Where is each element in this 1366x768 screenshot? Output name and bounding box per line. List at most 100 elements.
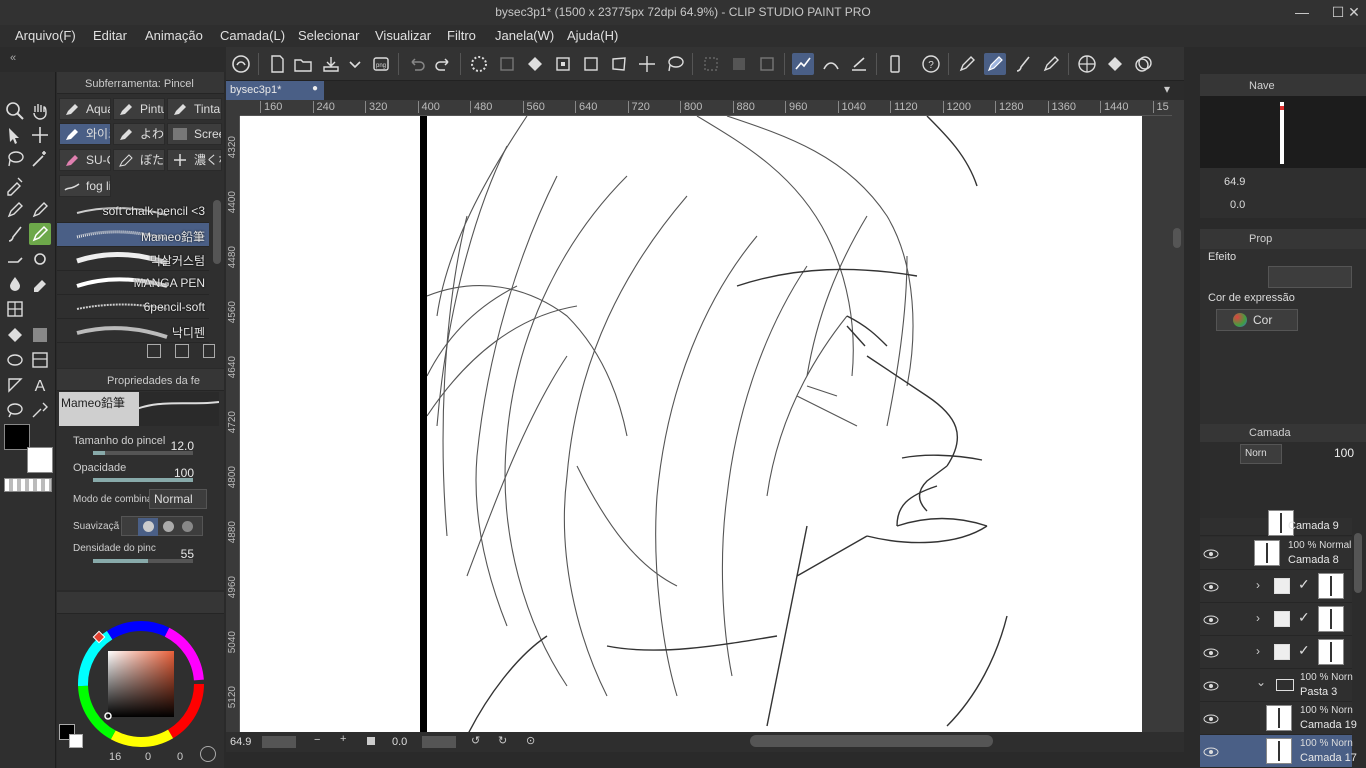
- brush-item[interactable]: MANGA PEN: [57, 271, 209, 295]
- stabilizer-icon[interactable]: [792, 53, 814, 75]
- eraser-icon[interactable]: [29, 273, 51, 295]
- hand-icon[interactable]: [29, 100, 51, 122]
- close-tab-icon[interactable]: ●: [312, 83, 318, 94]
- deselect-icon[interactable]: [700, 53, 722, 75]
- layer-row[interactable]: › ✓: [1200, 603, 1352, 636]
- subtool-group[interactable]: よわ: [113, 123, 165, 145]
- frame-icon[interactable]: [4, 298, 26, 320]
- play-icon[interactable]: [200, 746, 216, 762]
- layer-row[interactable]: 100 % Normal Camada 8: [1200, 537, 1352, 570]
- close-button[interactable]: ✕: [1344, 3, 1364, 21]
- brush-item[interactable]: 낙디펜: [57, 319, 209, 343]
- pencil-icon[interactable]: [1040, 53, 1062, 75]
- subtool-scrollbar[interactable]: [213, 200, 221, 264]
- reset-rotation-icon[interactable]: ⊙: [526, 734, 535, 747]
- navigator-preview[interactable]: [1200, 96, 1366, 168]
- undo-icon[interactable]: [406, 53, 428, 75]
- loading-icon[interactable]: [468, 53, 490, 75]
- subtool-group[interactable]: Scree: [167, 123, 222, 145]
- effect-options[interactable]: [1268, 266, 1352, 288]
- blend-tool-icon[interactable]: [4, 273, 26, 295]
- collapse-icon[interactable]: «: [10, 52, 22, 66]
- zoom-icon[interactable]: [4, 100, 26, 122]
- layer-opacity-value[interactable]: 100: [1334, 446, 1354, 460]
- layer-scrollbar[interactable]: [1354, 533, 1362, 593]
- invert-selection-icon[interactable]: [728, 53, 750, 75]
- lasso-icon[interactable]: [4, 148, 26, 170]
- menu-camada[interactable]: Camada(L): [220, 28, 285, 43]
- brush-icon[interactable]: [1012, 53, 1034, 75]
- opacity-slider[interactable]: [93, 478, 193, 482]
- layer-row[interactable]: 100 % Norn Camada 19: [1200, 702, 1357, 735]
- brush-item[interactable]: soft chalk pencil <3: [57, 199, 209, 223]
- ruler-icon[interactable]: [4, 374, 26, 396]
- chevron-down-icon[interactable]: [344, 53, 366, 75]
- subtool-group[interactable]: Aqua: [59, 98, 111, 120]
- import-icon[interactable]: [147, 344, 161, 358]
- menu-janela[interactable]: Janela(W): [495, 28, 554, 43]
- menu-ajuda[interactable]: Ajuda(H): [567, 28, 618, 43]
- blend-mode-row[interactable]: Modo de combinaç Normal: [57, 488, 224, 514]
- move-icon[interactable]: [636, 53, 658, 75]
- trash-icon[interactable]: [203, 344, 215, 358]
- fill-icon[interactable]: [524, 53, 546, 75]
- pen-active-icon[interactable]: [984, 53, 1006, 75]
- device-icon[interactable]: [884, 53, 906, 75]
- mini-sub-color[interactable]: [69, 734, 83, 748]
- subtool-group[interactable]: Pintu: [113, 98, 165, 120]
- duplicate-icon[interactable]: [175, 344, 189, 358]
- eye-icon[interactable]: [1203, 678, 1219, 694]
- chevron-right-icon[interactable]: ›: [1256, 644, 1260, 658]
- rotation-value[interactable]: 0.0: [392, 736, 407, 748]
- smoothing-options[interactable]: [121, 516, 203, 536]
- layer-blend-select[interactable]: Norn: [1240, 444, 1282, 464]
- zoom-value[interactable]: 64.9: [230, 736, 251, 748]
- transform-icon[interactable]: [580, 53, 602, 75]
- check-icon[interactable]: ✓: [1298, 576, 1310, 593]
- contour-icon[interactable]: [4, 349, 26, 371]
- subtool-group[interactable]: fog lin: [59, 175, 111, 197]
- brush-item[interactable]: 6pencil-soft: [57, 295, 209, 319]
- eye-icon[interactable]: [1203, 546, 1219, 562]
- snap-curve-icon[interactable]: [820, 53, 842, 75]
- eye-icon[interactable]: [1203, 711, 1219, 727]
- subtool-group[interactable]: 濃くな: [167, 149, 222, 171]
- new-file-icon[interactable]: [266, 53, 288, 75]
- object-icon[interactable]: [4, 124, 26, 146]
- zoom-slider[interactable]: [262, 736, 296, 748]
- crop-icon[interactable]: [552, 53, 574, 75]
- chevron-right-icon[interactable]: ›: [1256, 611, 1260, 625]
- fill-tool-icon[interactable]: [4, 324, 26, 346]
- blend-icon[interactable]: [1132, 53, 1154, 75]
- layer-row[interactable]: ⌄ 100 % Norn Pasta 3: [1200, 669, 1353, 702]
- pen-icon[interactable]: [956, 53, 978, 75]
- minimize-button[interactable]: —: [1292, 3, 1312, 21]
- density-row[interactable]: Densidade do pinc 55: [57, 541, 224, 567]
- brush-item[interactable]: Mameo鉛筆: [57, 223, 209, 247]
- subtool-group[interactable]: Tinta: [167, 98, 222, 120]
- check-icon[interactable]: ✓: [1298, 642, 1310, 659]
- eyedropper-icon[interactable]: [4, 174, 26, 196]
- menu-filtro[interactable]: Filtro: [447, 28, 476, 43]
- brush-size-slider[interactable]: [93, 451, 193, 455]
- blend-mode-select[interactable]: Normal: [149, 489, 207, 509]
- density-slider[interactable]: [93, 559, 193, 563]
- balloon-icon[interactable]: [4, 399, 26, 421]
- layer-row[interactable]: Camada 9: [1200, 510, 1352, 536]
- bucket-icon[interactable]: [1104, 53, 1126, 75]
- menu-visualizar[interactable]: Visualizar: [375, 28, 431, 43]
- snap-ruler-icon[interactable]: [848, 53, 870, 75]
- eye-icon[interactable]: [1203, 744, 1219, 760]
- correct-line-icon[interactable]: [29, 399, 51, 421]
- save-icon[interactable]: [320, 53, 342, 75]
- brush-tool-icon[interactable]: [4, 223, 26, 245]
- decoration-icon[interactable]: [29, 248, 51, 270]
- menu-editar[interactable]: Editar: [93, 28, 127, 43]
- chevron-right-icon[interactable]: ›: [1256, 578, 1260, 592]
- zoom-in-icon[interactable]: +: [340, 733, 346, 745]
- menu-arquivo[interactable]: Arquivo(F): [15, 28, 76, 43]
- canvas-vertical-scrollbar[interactable]: [1173, 228, 1181, 248]
- smoothing-row[interactable]: Suavizaçã: [57, 514, 224, 540]
- eye-icon[interactable]: [1203, 579, 1219, 595]
- lasso-icon[interactable]: [664, 53, 686, 75]
